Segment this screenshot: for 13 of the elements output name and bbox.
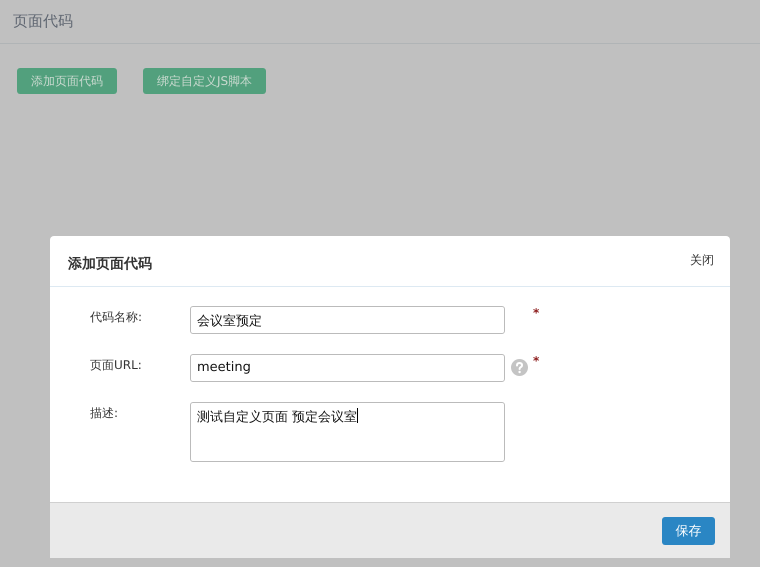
- field-label: 页面URL:: [89, 357, 143, 374]
- dialog-title: 添加页面代码: [68, 255, 152, 274]
- required-mark: *: [533, 354, 540, 368]
- save-button[interactable]: 保存: [662, 516, 715, 544]
- required-mark: *: [533, 306, 540, 320]
- help-icon[interactable]: [510, 359, 528, 376]
- input-field[interactable]: meeting: [190, 354, 505, 382]
- field-label: 代码名称:: [89, 309, 144, 326]
- page-title: 页面代码: [13, 12, 73, 31]
- input-field[interactable]: 会议室预定: [190, 306, 505, 334]
- close-link[interactable]: 关闭: [690, 252, 714, 286]
- text-area[interactable]: 测试自定义页面 预定会议室: [190, 402, 505, 462]
- field-label: 描述:: [89, 405, 120, 422]
